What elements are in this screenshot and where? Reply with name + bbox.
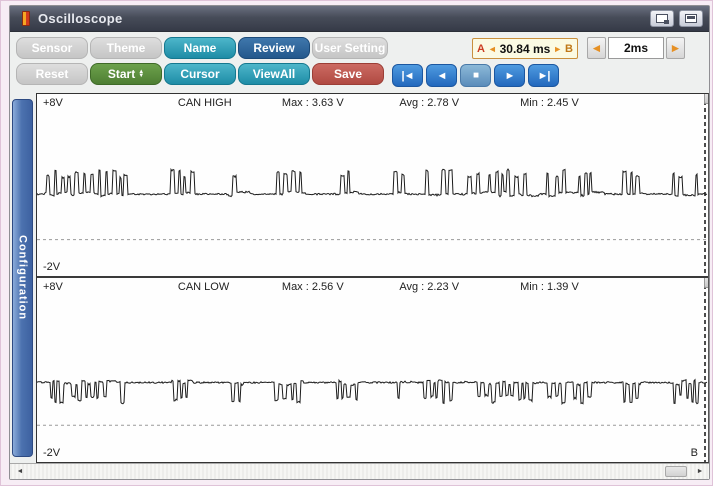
window-icon: [685, 14, 697, 23]
app-icon: [22, 11, 30, 26]
save-button-label: Save: [333, 67, 363, 81]
channel-can-high[interactable]: +8V CAN HIGH Max : 3.63 V Avg : 2.78 V M…: [37, 94, 708, 278]
scroll-right-button[interactable]: ►: [694, 466, 706, 477]
timebase-increase-button[interactable]: ►: [666, 37, 685, 59]
cursor-button[interactable]: Cursor: [164, 63, 236, 85]
can-high-waveform: [37, 94, 708, 276]
ab-time-value: 30.84 ms: [499, 41, 551, 56]
popout-window-button[interactable]: [650, 10, 674, 27]
configuration-tab-label: Configuration: [16, 235, 29, 321]
channel-name-label: CAN LOW: [177, 281, 230, 293]
min-value-label: Min : 1.39 V: [520, 281, 579, 293]
sensor-button-label: Sensor: [31, 41, 73, 55]
sidebar-column: Configuration: [10, 93, 36, 463]
cursor-b-arrow-icon: ►: [553, 43, 563, 54]
step-back-icon: ◄: [436, 69, 448, 82]
bottom-scale-label: -2V: [43, 261, 61, 273]
viewall-button-label: ViewAll: [252, 67, 296, 81]
scroll-left-button[interactable]: ◄: [14, 466, 26, 477]
can-low-waveform: [37, 278, 708, 462]
timebase-value[interactable]: 2ms: [608, 37, 664, 59]
stop-button[interactable]: ■: [460, 64, 491, 87]
reset-button[interactable]: Reset: [16, 63, 88, 85]
skip-to-end-button[interactable]: ►|: [528, 64, 559, 87]
step-back-button[interactable]: ◄: [426, 64, 457, 87]
viewall-button[interactable]: ViewAll: [238, 63, 310, 85]
skip-to-start-icon: |◄: [401, 69, 415, 82]
can-low-header: +8V CAN LOW Max : 2.56 V Avg : 2.23 V Mi…: [37, 278, 708, 297]
review-button[interactable]: Review: [238, 37, 310, 59]
review-button-label: Review: [253, 41, 295, 55]
toolbar-row-2: Reset Start ▲ ▼ Cursor ViewAll Save: [16, 63, 703, 85]
name-button-label: Name: [183, 41, 217, 55]
save-button[interactable]: Save: [312, 63, 384, 85]
timebase-left-icon: ◄: [590, 41, 603, 55]
play-icon: ►: [504, 69, 516, 82]
toolbar: Sensor Theme Name Review User Setting Re…: [10, 32, 709, 93]
main-area: Configuration +8V CAN HIGH Max : 3.63 V …: [10, 93, 709, 463]
oscilloscope-window: Oscilloscope Sensor Theme Name Review Us…: [9, 5, 710, 480]
theme-button[interactable]: Theme: [90, 37, 162, 59]
cursor-b-marker-label: B: [690, 447, 698, 459]
bottom-scale-label: -2V: [43, 447, 61, 459]
avg-value-label: Avg : 2.78 V: [399, 97, 460, 109]
channel-close-button[interactable]: ×: [704, 278, 708, 288]
channel-stack: +8V CAN HIGH Max : 3.63 V Avg : 2.78 V M…: [36, 93, 709, 463]
reset-button-label: Reset: [35, 67, 69, 81]
scroll-left-icon: ◄: [16, 468, 24, 475]
skip-to-start-button[interactable]: |◄: [392, 64, 423, 87]
theme-button-label: Theme: [106, 41, 146, 55]
max-value-label: Max : 2.56 V: [281, 281, 344, 293]
avg-value-label: Avg : 2.23 V: [399, 281, 460, 293]
skip-to-end-icon: ►|: [537, 69, 551, 82]
popout-icon: [656, 14, 669, 24]
scrollbar-thumb[interactable]: [665, 466, 687, 477]
ab-cursor-readout[interactable]: A ◄ 30.84 ms ► B: [472, 38, 578, 59]
cursor-a-arrow-icon: ◄: [487, 43, 497, 54]
start-spinner-icon[interactable]: ▲ ▼: [138, 69, 145, 79]
top-scale-label: +8V: [43, 97, 63, 109]
can-high-header: +8V CAN HIGH Max : 3.63 V Avg : 2.78 V M…: [37, 94, 708, 113]
transport-controls: |◄ ◄ ■ ► ►|: [392, 64, 559, 87]
configuration-tab[interactable]: Configuration: [12, 99, 33, 457]
cursor-button-label: Cursor: [180, 67, 220, 81]
start-button-label: Start: [107, 67, 136, 81]
name-button[interactable]: Name: [164, 37, 236, 59]
horizontal-scrollbar[interactable]: ◄ ►: [10, 463, 709, 479]
max-value-label: Max : 3.63 V: [281, 97, 344, 109]
user-setting-button-label: User Setting: [314, 41, 386, 55]
timebase-decrease-button[interactable]: ◄: [587, 37, 606, 59]
top-scale-label: +8V: [43, 281, 63, 293]
channel-close-button[interactable]: ×: [704, 94, 708, 104]
channel-name-label: CAN HIGH: [177, 97, 232, 109]
window-title: Oscilloscope: [38, 11, 123, 26]
channel-can-low[interactable]: +8V CAN LOW Max : 2.56 V Avg : 2.23 V Mi…: [37, 278, 708, 462]
timebase-right-icon: ►: [669, 41, 682, 55]
stop-icon: ■: [472, 70, 479, 81]
scroll-right-icon: ►: [696, 468, 704, 475]
titlebar: Oscilloscope: [10, 6, 709, 32]
spinner-down-icon: ▼: [138, 73, 145, 79]
sensor-button[interactable]: Sensor: [16, 37, 88, 59]
min-value-label: Min : 2.45 V: [520, 97, 579, 109]
screen: Oscilloscope Sensor Theme Name Review Us…: [0, 0, 713, 486]
cursor-b-label: B: [565, 42, 573, 55]
start-button[interactable]: Start ▲ ▼: [90, 63, 162, 85]
play-button[interactable]: ►: [494, 64, 525, 87]
user-setting-button[interactable]: User Setting: [312, 37, 388, 59]
window-mode-button[interactable]: [679, 10, 703, 27]
cursor-a-label: A: [477, 42, 485, 55]
